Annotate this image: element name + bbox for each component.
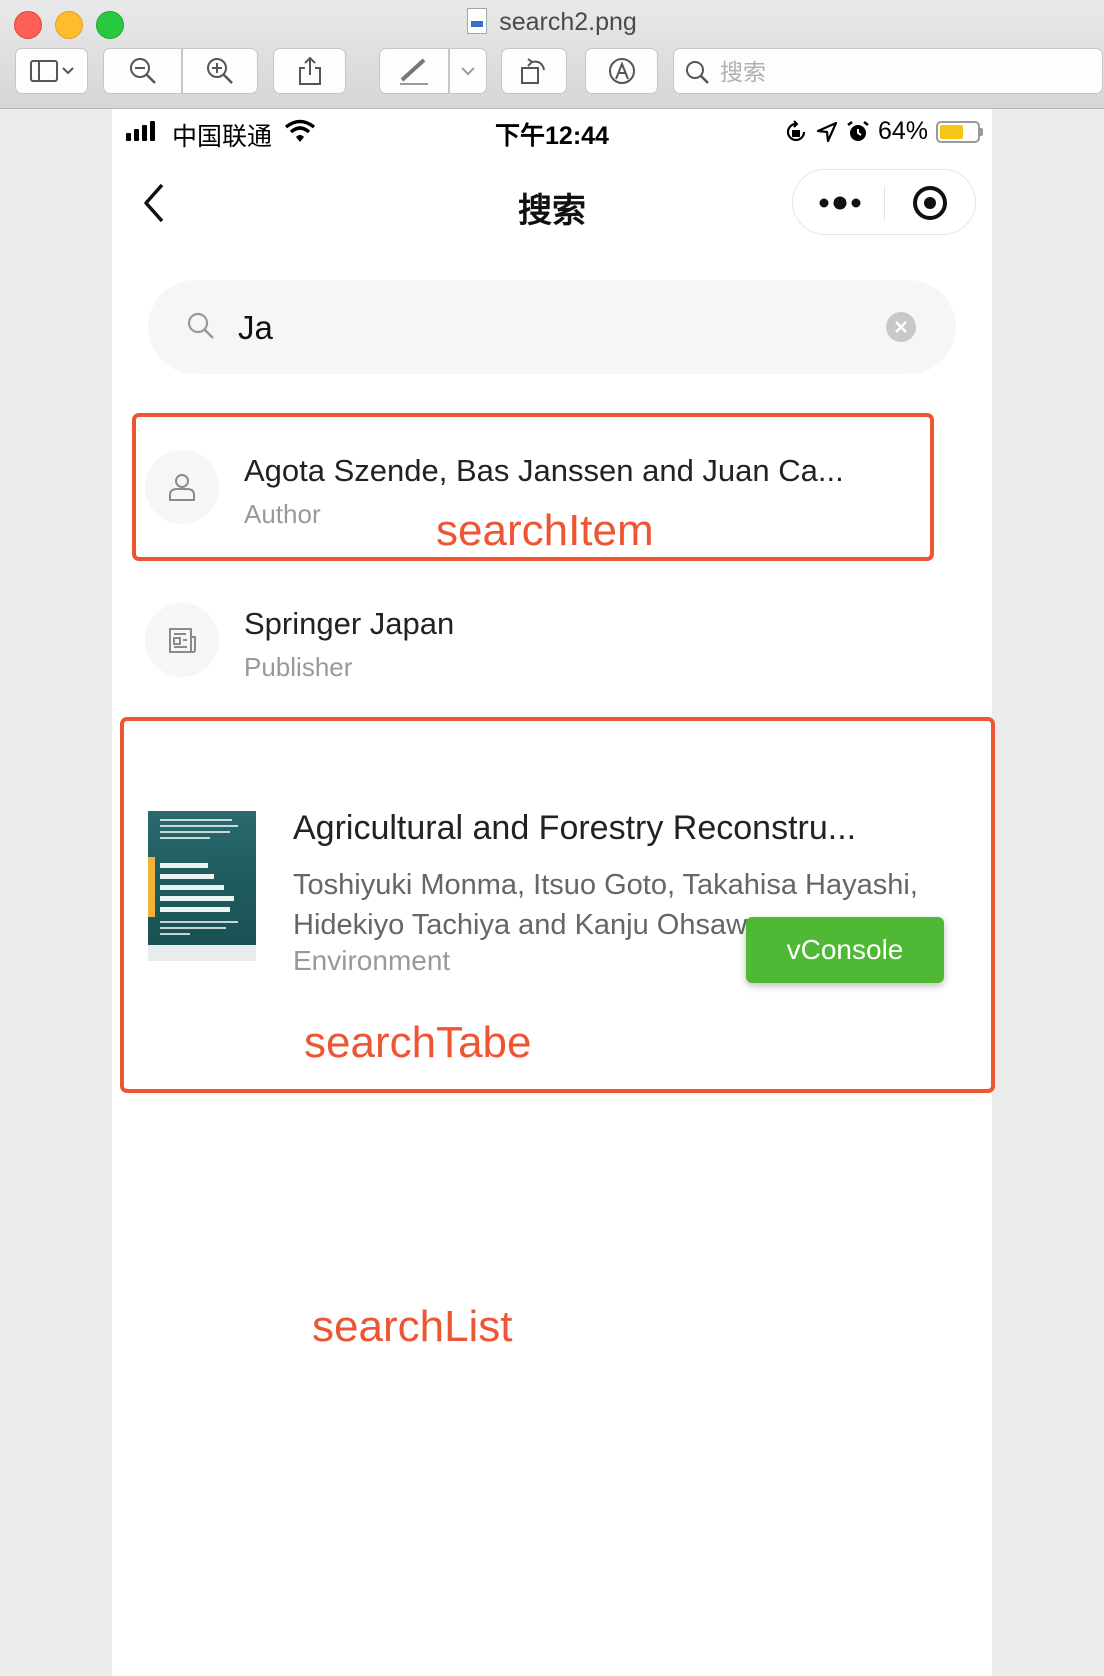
rotate-button[interactable] [501,48,567,94]
result-icon-circle [145,603,219,677]
search-list-annotation-label: searchList [312,1302,513,1351]
location-icon [816,121,838,142]
navigation-bar: 搜索 [112,153,992,263]
zoom-in-button[interactable] [182,48,258,94]
zoom-in-icon [207,58,233,84]
markup-toolbar-button[interactable] [585,48,658,94]
toolbar-search-field[interactable] [673,48,1103,94]
newspaper-icon [169,628,196,653]
search-result-publisher[interactable]: Springer Japan Publisher [112,569,992,709]
search-icon [187,312,214,339]
more-icon[interactable] [815,188,865,218]
chevron-down-icon [461,67,475,76]
search-item-annotation-label: searchItem [436,506,654,555]
markup-pen-button[interactable] [379,48,449,94]
clear-search-button[interactable] [886,312,916,342]
status-right: 64% [784,117,983,146]
battery-icon [936,120,983,143]
capsule-divider [884,186,885,220]
markup-circle-icon [608,58,635,84]
search-icon [686,61,709,84]
alarm-icon [847,120,869,141]
window-title: search2.png [0,8,1104,37]
sidebar-toggle-button[interactable] [15,48,88,94]
toolbar-search-input[interactable] [718,55,1092,89]
document-icon [467,8,488,34]
orientation-lock-icon [786,119,806,141]
zoom-out-button[interactable] [103,48,182,94]
result-type: Publisher [244,652,353,682]
zoom-out-icon [129,58,156,84]
result-title: Springer Japan [244,606,455,641]
pen-icon [400,58,428,85]
share-button[interactable] [273,48,346,94]
battery-percent: 64% [877,117,928,145]
share-icon [298,56,321,85]
search-bar[interactable] [148,280,956,374]
search-tabe-annotation-box [120,717,995,1093]
markup-dropdown-button[interactable] [449,48,487,94]
sidebar-icon [29,60,74,82]
mini-program-capsule [792,169,976,235]
search-tabe-annotation-label: searchTabe [304,1018,532,1067]
window-title-text: search2.png [499,8,637,36]
search-input[interactable] [236,304,860,352]
clear-icon [895,321,907,333]
window-titlebar: search2.png [0,0,1104,109]
close-mini-program-icon[interactable] [911,184,949,222]
rotate-icon [521,58,545,84]
status-bar: 中国联通 下午12:44 64% [112,109,992,153]
